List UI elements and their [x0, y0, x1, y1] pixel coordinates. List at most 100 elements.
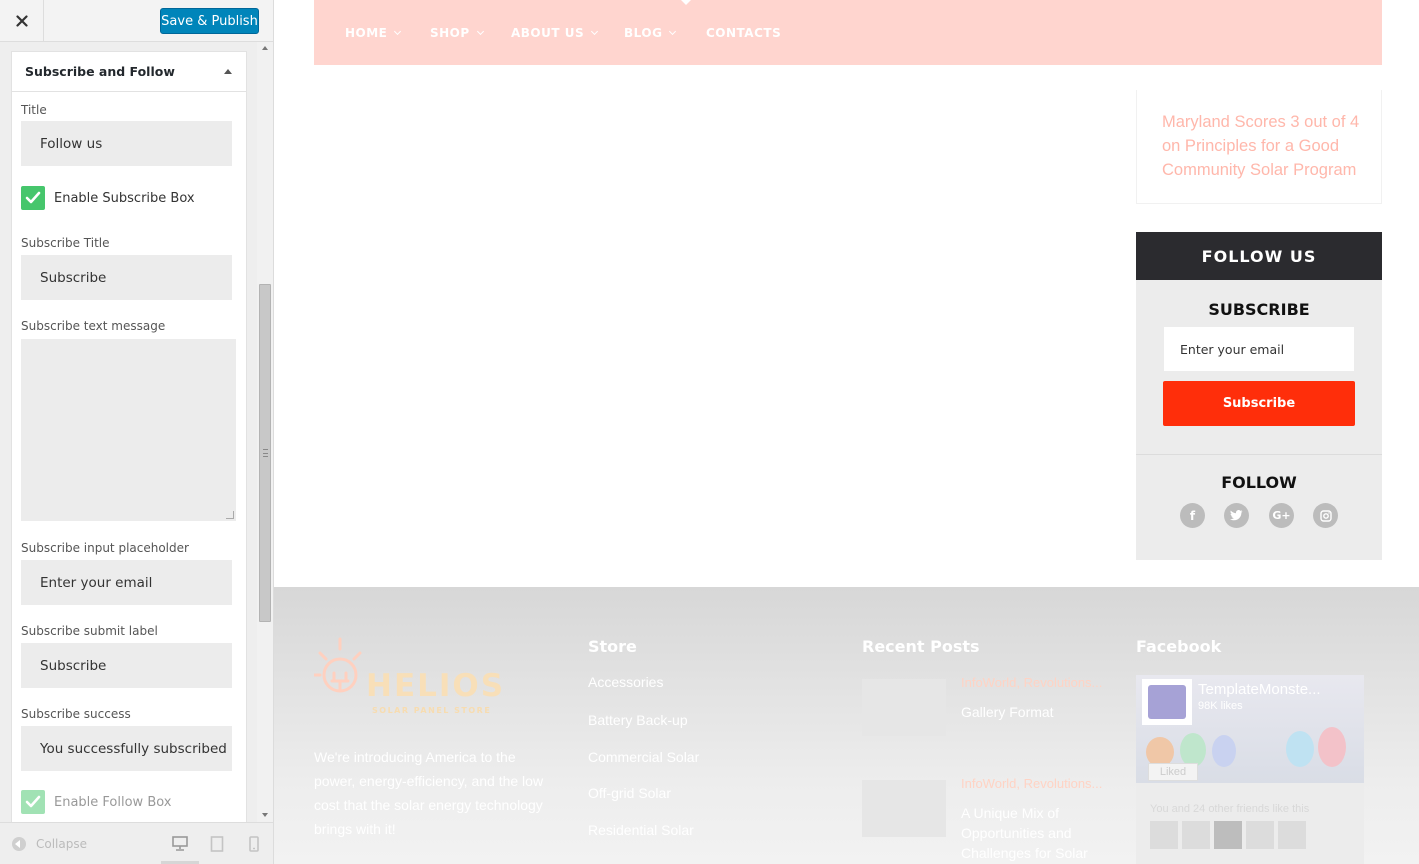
- twitter-icon[interactable]: [1224, 503, 1249, 528]
- subscribe-widget: SUBSCRIBE Enter your email Subscribe FOL…: [1136, 280, 1382, 560]
- success-label: Subscribe success: [21, 707, 131, 721]
- store-link-off-grid-solar[interactable]: Off-grid Solar: [588, 785, 671, 801]
- collapse-button[interactable]: Collapse: [12, 837, 87, 851]
- helios-logo[interactable]: HELIOS SOLAR PANEL STORE: [314, 635, 514, 715]
- post-link[interactable]: Maryland Scores 3 out of 4 on Principles…: [1162, 110, 1362, 182]
- active-menu-marker-icon: [681, 0, 691, 5]
- nav-item-blog[interactable]: BLOG: [624, 26, 677, 40]
- enable-subscribe-label: Enable Subscribe Box: [54, 190, 195, 206]
- store-link-commercial-solar[interactable]: Commercial Solar: [588, 749, 699, 765]
- mobile-icon: [249, 836, 259, 852]
- placeholder-label: Subscribe input placeholder: [21, 541, 189, 555]
- monster-illustration: [1286, 731, 1314, 767]
- scroll-up-arrow-icon[interactable]: [262, 46, 268, 50]
- sun-plug-logo-icon: [314, 637, 362, 693]
- follow-title: FOLLOW: [1221, 473, 1297, 492]
- store-link-accessories[interactable]: Accessories: [588, 674, 663, 690]
- tablet-preview-button[interactable]: [210, 836, 230, 854]
- recent-post-category[interactable]: InfoWorld, Revolutions...: [961, 675, 1102, 690]
- facebook-page-widget[interactable]: TemplateMonste... 98K likes Liked You an…: [1136, 675, 1364, 864]
- store-link-battery-backup[interactable]: Battery Back-up: [588, 712, 688, 728]
- nav-label: HOME: [345, 26, 388, 40]
- nav-label: BLOG: [624, 26, 663, 40]
- enable-follow-checkbox[interactable]: Enable Follow Box: [21, 790, 172, 814]
- facebook-friends-text: You and 24 other friends like this: [1150, 803, 1310, 815]
- facebook-icon[interactable]: f: [1180, 503, 1205, 528]
- title-label: Title: [21, 103, 47, 117]
- follow-us-header: FOLLOW US: [1136, 232, 1382, 280]
- nav-item-about-us[interactable]: ABOUT US: [511, 26, 599, 40]
- close-button[interactable]: [0, 0, 44, 42]
- subscribe-title: SUBSCRIBE: [1208, 300, 1310, 319]
- subscribe-text-textarea[interactable]: [21, 339, 236, 521]
- collapse-icon: [12, 837, 26, 851]
- chevron-down-icon: [394, 27, 402, 35]
- site-footer: HELIOS SOLAR PANEL STORE We're introduci…: [274, 587, 1419, 864]
- scroll-down-arrow-icon[interactable]: [262, 813, 268, 817]
- checkbox-checked-icon: [21, 790, 45, 814]
- friend-avatar[interactable]: [1278, 821, 1306, 849]
- desktop-icon: [172, 836, 188, 851]
- title-input[interactable]: Follow us: [21, 121, 232, 166]
- facebook-liked-button[interactable]: Liked: [1148, 763, 1198, 781]
- recent-post-thumbnail[interactable]: [862, 780, 946, 837]
- placeholder-input[interactable]: Enter your email: [21, 560, 232, 605]
- mobile-preview-button[interactable]: [249, 836, 269, 854]
- logo-text: HELIOS: [366, 668, 506, 704]
- resize-grip-icon[interactable]: [226, 511, 234, 519]
- monster-illustration: [1318, 727, 1346, 767]
- customizer-header: Save & Publish: [0, 0, 273, 42]
- nav-label: ABOUT US: [511, 26, 585, 40]
- nav-item-contacts[interactable]: CONTACTS: [706, 26, 781, 40]
- facebook-heading: Facebook: [1136, 637, 1222, 656]
- friend-avatar[interactable]: [1214, 821, 1242, 849]
- friend-avatar[interactable]: [1246, 821, 1274, 849]
- tablet-icon: [210, 836, 224, 852]
- desktop-preview-button[interactable]: [171, 836, 191, 854]
- friend-avatar[interactable]: [1150, 821, 1178, 849]
- store-link-residential-solar[interactable]: Residential Solar: [588, 822, 694, 838]
- submit-label-label: Subscribe submit label: [21, 624, 158, 638]
- recent-post-title[interactable]: Gallery Format: [961, 702, 1111, 722]
- subscribe-button[interactable]: Subscribe: [1163, 381, 1355, 426]
- google-plus-icon[interactable]: G+: [1269, 503, 1294, 528]
- recent-post-category[interactable]: InfoWorld, Revolutions...: [961, 776, 1102, 791]
- friend-avatar[interactable]: [1182, 821, 1210, 849]
- checkbox-checked-icon: [21, 186, 45, 210]
- enable-follow-label: Enable Follow Box: [54, 794, 172, 810]
- about-text: We're introducing America to the power, …: [314, 749, 544, 837]
- chevron-down-icon: [591, 27, 599, 35]
- recent-post-thumbnail[interactable]: [862, 679, 946, 736]
- customizer-footer: Collapse: [0, 822, 273, 864]
- follow-us-title: FOLLOW US: [1201, 246, 1317, 266]
- recent-post-title[interactable]: A Unique Mix of Opportunities and Challe…: [961, 803, 1111, 863]
- monster-illustration: [1212, 735, 1236, 767]
- subscribe-title-label: Subscribe Title: [21, 236, 110, 250]
- scrollbar-grip-icon: [263, 449, 268, 457]
- nav-label: SHOP: [430, 26, 470, 40]
- collapse-arrow-icon[interactable]: [224, 69, 232, 74]
- recent-posts-heading: Recent Posts: [862, 637, 980, 656]
- divider: [1136, 454, 1382, 455]
- logo-tagline: SOLAR PANEL STORE: [372, 706, 492, 715]
- monster-illustration: [1180, 733, 1206, 767]
- submit-label-input[interactable]: Subscribe: [21, 643, 232, 688]
- collapse-label: Collapse: [36, 837, 87, 851]
- nav-item-home[interactable]: HOME: [345, 26, 402, 40]
- site-preview: HOME SHOP ABOUT US BLOG CONTACTS Marylan…: [274, 0, 1419, 864]
- save-publish-button[interactable]: Save & Publish: [160, 8, 259, 34]
- enable-subscribe-checkbox[interactable]: Enable Subscribe Box: [21, 186, 195, 210]
- email-input[interactable]: Enter your email: [1164, 327, 1354, 371]
- nav-item-shop[interactable]: SHOP: [430, 26, 484, 40]
- success-input[interactable]: You successfully subscribed: [21, 726, 232, 771]
- instagram-icon[interactable]: [1313, 503, 1338, 528]
- section-header[interactable]: Subscribe and Follow: [12, 52, 246, 92]
- store-heading: Store: [588, 637, 637, 656]
- facebook-page-name[interactable]: TemplateMonste...: [1198, 681, 1321, 698]
- section-title: Subscribe and Follow: [25, 64, 175, 79]
- customizer-panel: Save & Publish Subscribe and Follow Titl…: [0, 0, 274, 864]
- facebook-page-avatar: [1142, 679, 1192, 725]
- subscribe-title-input[interactable]: Subscribe: [21, 255, 232, 300]
- customizer-scroll-area[interactable]: Subscribe and Follow Title Follow us Ena…: [0, 42, 273, 822]
- chevron-down-icon: [476, 27, 484, 35]
